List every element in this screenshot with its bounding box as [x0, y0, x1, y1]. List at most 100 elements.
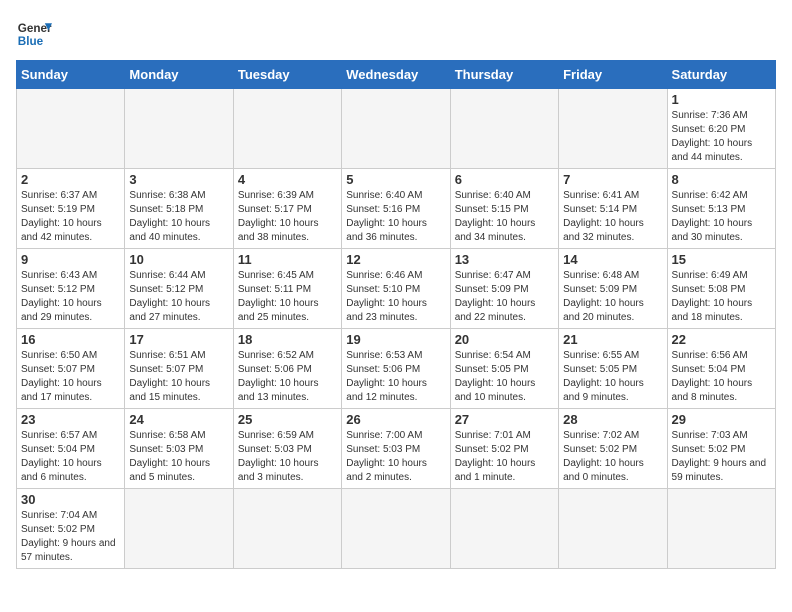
day-number: 29: [672, 412, 771, 427]
calendar-header-friday: Friday: [559, 61, 667, 89]
day-number: 22: [672, 332, 771, 347]
calendar-cell: 8Sunrise: 6:42 AM Sunset: 5:13 PM Daylig…: [667, 169, 775, 249]
day-info: Sunrise: 6:47 AM Sunset: 5:09 PM Dayligh…: [455, 269, 554, 325]
day-info: Sunrise: 6:50 AM Sunset: 5:07 PM Dayligh…: [21, 349, 120, 405]
calendar-cell: 9 Sunrise: 6:43 AM Sunset: 5:12 PM Daylig…: [17, 249, 125, 329]
day-number: 11: [238, 252, 337, 267]
day-info: Sunrise: 6:49 AM Sunset: 5:08 PM Dayligh…: [672, 269, 771, 325]
calendar-cell: 16 Sunrise: 6:50 AM Sunset: 5:07 PM Dayli…: [17, 329, 125, 409]
day-number: 27: [455, 412, 554, 427]
day-info: Sunrise: 6:43 AM Sunset: 5:12 PM Dayligh…: [21, 269, 120, 325]
svg-text:Blue: Blue: [18, 35, 44, 48]
calendar-cell: 28Sunrise: 7:02 AM Sunset: 5:02 PM Dayli…: [559, 409, 667, 489]
day-number: 23: [21, 412, 120, 427]
day-info: Sunrise: 6:51 AM Sunset: 5:07 PM Dayligh…: [129, 349, 228, 405]
day-number: 19: [346, 332, 445, 347]
day-number: 26: [346, 412, 445, 427]
week-row-4: 16 Sunrise: 6:50 AM Sunset: 5:07 PM Dayli…: [17, 329, 776, 409]
calendar-cell: 14Sunrise: 6:48 AM Sunset: 5:09 PM Dayli…: [559, 249, 667, 329]
calendar-cell: 22 Sunrise: 6:56 AM Sunset: 5:04 PM Dayli…: [667, 329, 775, 409]
day-info: Sunrise: 6:40 AM Sunset: 5:16 PM Dayligh…: [346, 189, 445, 245]
calendar-cell: 10 Sunrise: 6:44 AM Sunset: 5:12 PM Dayli…: [125, 249, 233, 329]
calendar-cell: 19 Sunrise: 6:53 AM Sunset: 5:06 PM Dayli…: [342, 329, 450, 409]
generalblue-logo-icon: General Blue: [16, 16, 52, 52]
page-header: General Blue: [16, 16, 776, 52]
day-info: Sunrise: 6:41 AM Sunset: 5:14 PM Dayligh…: [563, 189, 662, 245]
day-number: 9: [21, 252, 120, 267]
day-info: Sunrise: 6:44 AM Sunset: 5:12 PM Dayligh…: [129, 269, 228, 325]
calendar-cell: 24Sunrise: 6:58 AM Sunset: 5:03 PM Dayli…: [125, 409, 233, 489]
day-info: Sunrise: 6:59 AM Sunset: 5:03 PM Dayligh…: [238, 429, 337, 485]
day-number: 18: [238, 332, 337, 347]
day-info: Sunrise: 7:01 AM Sunset: 5:02 PM Dayligh…: [455, 429, 554, 485]
calendar-cell: [559, 89, 667, 169]
calendar-cell: [450, 89, 558, 169]
calendar-header-monday: Monday: [125, 61, 233, 89]
calendar-cell: 20 Sunrise: 6:54 AM Sunset: 5:05 PM Dayli…: [450, 329, 558, 409]
day-number: 1: [672, 92, 771, 107]
week-row-1: 1 Sunrise: 7:36 AM Sunset: 6:20 PM Daylig…: [17, 89, 776, 169]
calendar-cell: 26 Sunrise: 7:00 AM Sunset: 5:03 PM Dayli…: [342, 409, 450, 489]
calendar-cell: [125, 489, 233, 569]
calendar-cell: 1 Sunrise: 7:36 AM Sunset: 6:20 PM Daylig…: [667, 89, 775, 169]
calendar-cell: 15Sunrise: 6:49 AM Sunset: 5:08 PM Dayli…: [667, 249, 775, 329]
calendar-cell: [17, 89, 125, 169]
day-number: 14: [563, 252, 662, 267]
calendar-cell: 2 Sunrise: 6:37 AM Sunset: 5:19 PM Daylig…: [17, 169, 125, 249]
day-info: Sunrise: 7:04 AM Sunset: 5:02 PM Dayligh…: [21, 509, 120, 565]
day-number: 4: [238, 172, 337, 187]
calendar-cell: 12 Sunrise: 6:46 AM Sunset: 5:10 PM Dayli…: [342, 249, 450, 329]
day-info: Sunrise: 6:56 AM Sunset: 5:04 PM Dayligh…: [672, 349, 771, 405]
day-info: Sunrise: 6:39 AM Sunset: 5:17 PM Dayligh…: [238, 189, 337, 245]
calendar-cell: 30 Sunrise: 7:04 AM Sunset: 5:02 PM Dayli…: [17, 489, 125, 569]
calendar-cell: 21Sunrise: 6:55 AM Sunset: 5:05 PM Dayli…: [559, 329, 667, 409]
calendar-cell: 13 Sunrise: 6:47 AM Sunset: 5:09 PM Dayli…: [450, 249, 558, 329]
day-number: 20: [455, 332, 554, 347]
calendar-cell: [559, 489, 667, 569]
day-number: 16: [21, 332, 120, 347]
day-info: Sunrise: 6:42 AM Sunset: 5:13 PM Dayligh…: [672, 189, 771, 245]
day-number: 28: [563, 412, 662, 427]
day-info: Sunrise: 7:03 AM Sunset: 5:02 PM Dayligh…: [672, 429, 771, 485]
day-info: Sunrise: 6:54 AM Sunset: 5:05 PM Dayligh…: [455, 349, 554, 405]
week-row-2: 2 Sunrise: 6:37 AM Sunset: 5:19 PM Daylig…: [17, 169, 776, 249]
day-number: 2: [21, 172, 120, 187]
calendar-header-sunday: Sunday: [17, 61, 125, 89]
calendar-cell: 29 Sunrise: 7:03 AM Sunset: 5:02 PM Dayli…: [667, 409, 775, 489]
day-number: 5: [346, 172, 445, 187]
calendar-header-saturday: Saturday: [667, 61, 775, 89]
day-info: Sunrise: 6:45 AM Sunset: 5:11 PM Dayligh…: [238, 269, 337, 325]
logo: General Blue: [16, 16, 52, 52]
day-info: Sunrise: 6:40 AM Sunset: 5:15 PM Dayligh…: [455, 189, 554, 245]
calendar-cell: [233, 89, 341, 169]
day-number: 3: [129, 172, 228, 187]
day-info: Sunrise: 6:53 AM Sunset: 5:06 PM Dayligh…: [346, 349, 445, 405]
day-number: 17: [129, 332, 228, 347]
day-info: Sunrise: 7:36 AM Sunset: 6:20 PM Dayligh…: [672, 109, 771, 165]
calendar-cell: 6Sunrise: 6:40 AM Sunset: 5:15 PM Daylig…: [450, 169, 558, 249]
day-number: 13: [455, 252, 554, 267]
calendar-header-tuesday: Tuesday: [233, 61, 341, 89]
calendar-cell: 18Sunrise: 6:52 AM Sunset: 5:06 PM Dayli…: [233, 329, 341, 409]
calendar-cell: [450, 489, 558, 569]
calendar-cell: [667, 489, 775, 569]
calendar-cell: 11 Sunrise: 6:45 AM Sunset: 5:11 PM Dayli…: [233, 249, 341, 329]
day-info: Sunrise: 6:37 AM Sunset: 5:19 PM Dayligh…: [21, 189, 120, 245]
day-number: 25: [238, 412, 337, 427]
day-info: Sunrise: 6:57 AM Sunset: 5:04 PM Dayligh…: [21, 429, 120, 485]
calendar-cell: 17 Sunrise: 6:51 AM Sunset: 5:07 PM Dayli…: [125, 329, 233, 409]
day-number: 12: [346, 252, 445, 267]
calendar-cell: [342, 89, 450, 169]
calendar-cell: 7 Sunrise: 6:41 AM Sunset: 5:14 PM Daylig…: [559, 169, 667, 249]
day-number: 7: [563, 172, 662, 187]
week-row-5: 23 Sunrise: 6:57 AM Sunset: 5:04 PM Dayli…: [17, 409, 776, 489]
day-info: Sunrise: 6:46 AM Sunset: 5:10 PM Dayligh…: [346, 269, 445, 325]
day-number: 10: [129, 252, 228, 267]
day-info: Sunrise: 6:55 AM Sunset: 5:05 PM Dayligh…: [563, 349, 662, 405]
calendar-cell: [125, 89, 233, 169]
calendar-cell: 27 Sunrise: 7:01 AM Sunset: 5:02 PM Dayli…: [450, 409, 558, 489]
calendar-header-wednesday: Wednesday: [342, 61, 450, 89]
day-number: 24: [129, 412, 228, 427]
day-number: 30: [21, 492, 120, 507]
day-info: Sunrise: 7:00 AM Sunset: 5:03 PM Dayligh…: [346, 429, 445, 485]
